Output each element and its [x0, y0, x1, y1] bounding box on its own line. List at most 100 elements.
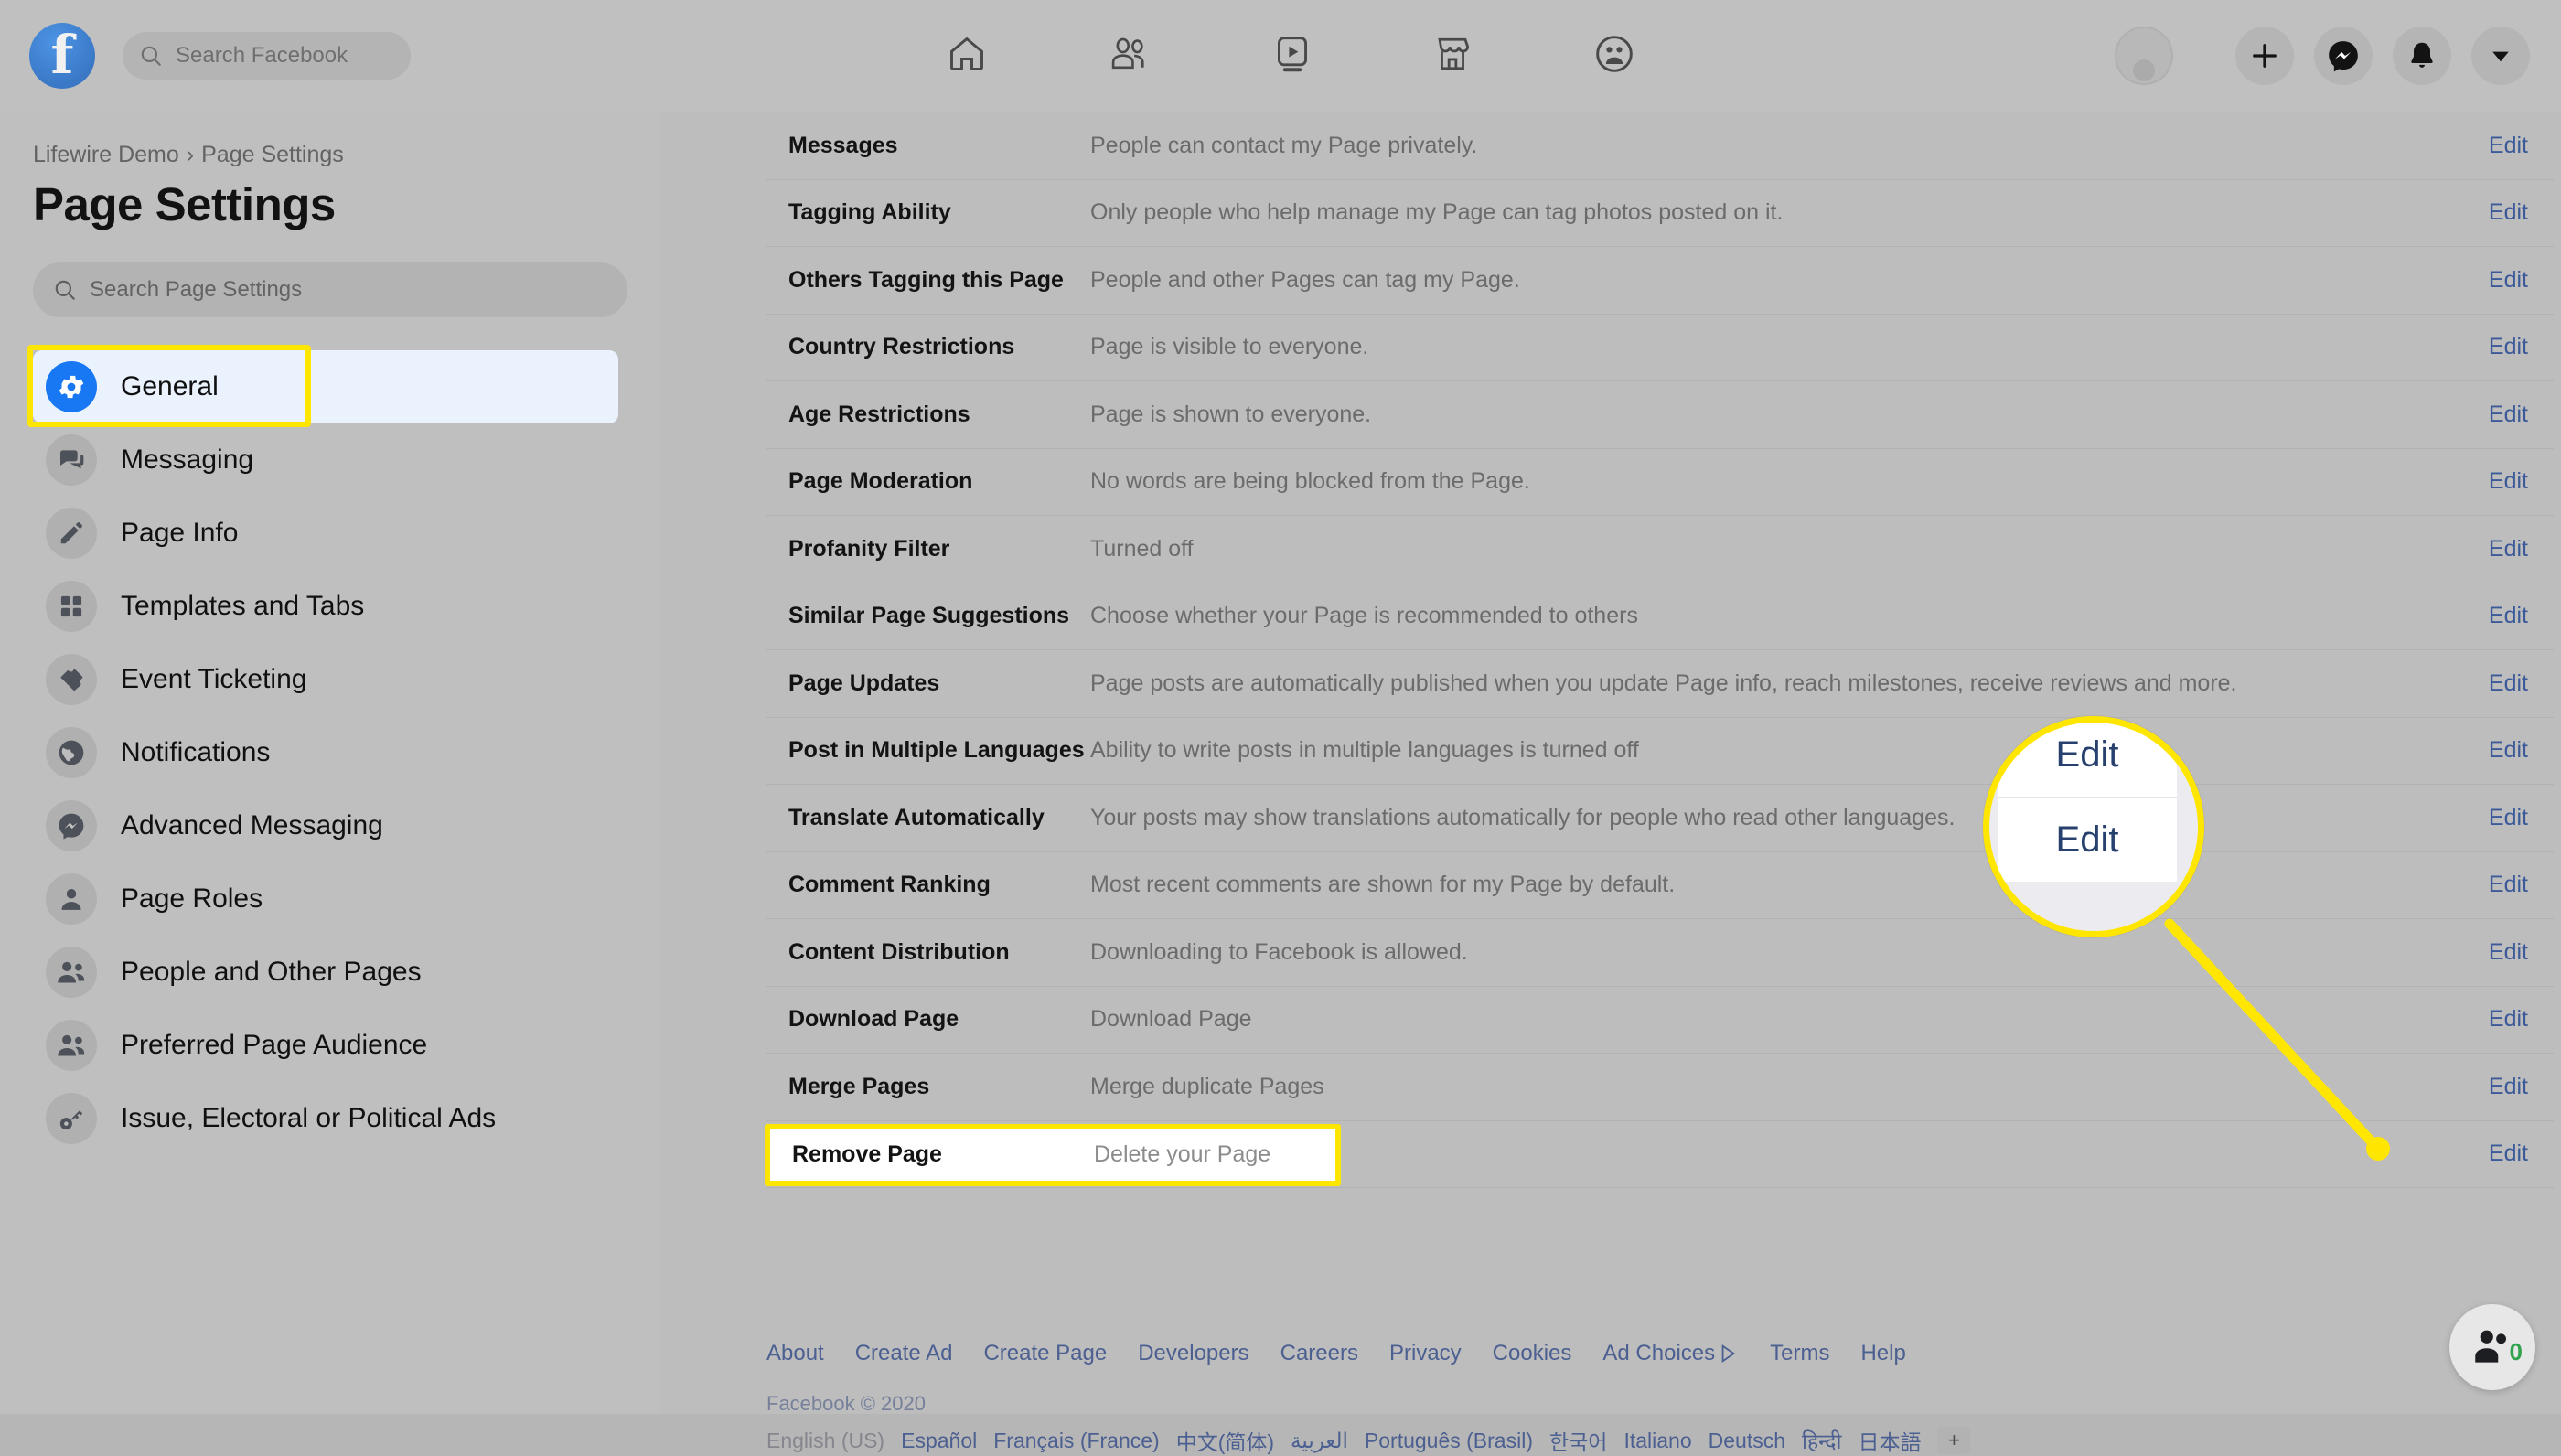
- footer-link-ad-choices[interactable]: Ad Choices: [1602, 1341, 1739, 1366]
- language-more-button[interactable]: +: [1937, 1427, 1970, 1454]
- language-francais[interactable]: Français (France): [993, 1429, 1159, 1453]
- language-hindi[interactable]: हिन्दी: [1802, 1426, 1841, 1455]
- table-row[interactable]: Others Tagging this Page People and othe…: [766, 247, 2554, 315]
- grid-squares-icon: [46, 581, 97, 632]
- settings-main-content: Messages People can contact my Page priv…: [660, 112, 2561, 1414]
- sidebar-item-templates-and-tabs[interactable]: Templates and Tabs: [33, 570, 627, 643]
- footer-link-privacy[interactable]: Privacy: [1389, 1341, 1462, 1366]
- sidebar-item-issue-electoral-or-political-ads[interactable]: Issue, Electoral or Political Ads: [33, 1082, 627, 1155]
- edit-link[interactable]: Edit: [2489, 737, 2528, 764]
- language-italiano[interactable]: Italiano: [1623, 1429, 1691, 1453]
- setting-name: Post in Multiple Languages: [788, 737, 1090, 764]
- sidebar-item-label: Messaging: [121, 444, 253, 476]
- sidebar-item-label: Issue, Electoral or Political Ads: [121, 1103, 496, 1134]
- magnified-edit-link-bottom[interactable]: Edit: [1998, 798, 2177, 882]
- sidebar-item-notifications[interactable]: Notifications: [33, 716, 627, 789]
- table-row[interactable]: Page Moderation No words are being block…: [766, 449, 2554, 517]
- watch-icon[interactable]: [1274, 34, 1311, 79]
- sidebar-item-messaging[interactable]: Messaging: [33, 423, 627, 497]
- facebook-logo[interactable]: [29, 23, 95, 89]
- key-icon: [46, 1093, 97, 1144]
- table-row[interactable]: Translate Automatically Your posts may s…: [766, 785, 2554, 852]
- sidebar-item-advanced-messaging[interactable]: Advanced Messaging: [33, 789, 627, 862]
- table-row-remove-page[interactable]: Remove Page Delete your Page: [765, 1124, 1341, 1186]
- footer-link-careers[interactable]: Careers: [1280, 1341, 1358, 1366]
- breadcrumb-page-link[interactable]: Lifewire Demo: [33, 142, 179, 167]
- setting-description: Your posts may show translations automat…: [1090, 805, 2470, 831]
- language-arabic[interactable]: العربية: [1291, 1429, 1348, 1453]
- bell-icon[interactable]: [2393, 27, 2451, 85]
- profile-avatar[interactable]: [2115, 27, 2173, 85]
- edit-link[interactable]: Edit: [2489, 133, 2528, 159]
- edit-link[interactable]: Edit: [2489, 536, 2528, 562]
- edit-link[interactable]: Edit: [2489, 805, 2528, 831]
- table-row[interactable]: Tagging Ability Only people who help man…: [766, 180, 2554, 248]
- chevron-down-icon[interactable]: [2471, 27, 2530, 85]
- sidebar-search-input[interactable]: Search Page Settings: [33, 262, 627, 317]
- sidebar-item-page-roles[interactable]: Page Roles: [33, 862, 627, 936]
- marketplace-icon[interactable]: [1433, 34, 1472, 79]
- footer-link-help[interactable]: Help: [1860, 1341, 1905, 1366]
- home-icon[interactable]: [947, 34, 987, 79]
- edit-link[interactable]: Edit: [2489, 401, 2528, 428]
- edit-link[interactable]: Edit: [2489, 670, 2528, 697]
- table-row[interactable]: Post in Multiple Languages Ability to wr…: [766, 718, 2554, 786]
- edit-link[interactable]: Edit: [2489, 334, 2528, 360]
- table-row[interactable]: Country Restrictions Page is visible to …: [766, 315, 2554, 382]
- table-row[interactable]: Similar Page Suggestions Choose whether …: [766, 583, 2554, 651]
- table-row[interactable]: Age Restrictions Page is shown to everyo…: [766, 381, 2554, 449]
- footer-link-create-ad[interactable]: Create Ad: [855, 1341, 953, 1366]
- sidebar-item-preferred-page-audience[interactable]: Preferred Page Audience: [33, 1009, 627, 1082]
- table-row[interactable]: Content Distribution Downloading to Face…: [766, 919, 2554, 987]
- friends-icon[interactable]: [1109, 34, 1152, 79]
- search-input[interactable]: Search Facebook: [123, 32, 411, 80]
- table-row[interactable]: Comment Ranking Most recent comments are…: [766, 852, 2554, 920]
- people-icon: [46, 1020, 97, 1071]
- language-portugues[interactable]: Português (Brasil): [1365, 1429, 1533, 1453]
- footer-link-developers[interactable]: Developers: [1138, 1341, 1248, 1366]
- table-row[interactable]: Page Updates Page posts are automaticall…: [766, 650, 2554, 718]
- language-chinese[interactable]: 中文(简体): [1176, 1425, 1274, 1456]
- setting-description: People and other Pages can tag my Page.: [1090, 267, 2470, 294]
- sidebar-item-label: People and Other Pages: [121, 957, 422, 988]
- language-korean[interactable]: 한국어: [1549, 1425, 1607, 1456]
- edit-link[interactable]: Edit: [2489, 1074, 2528, 1100]
- sidebar-item-page-info[interactable]: Page Info: [33, 497, 627, 570]
- table-row[interactable]: Download Page Download Page Edit: [766, 987, 2554, 1055]
- footer-link-about[interactable]: About: [766, 1341, 824, 1366]
- sidebar-item-general[interactable]: General: [33, 350, 618, 423]
- setting-name: Page Updates: [788, 670, 1090, 697]
- setting-description: Downloading to Facebook is allowed.: [1090, 939, 2470, 966]
- contacts-icon: [2470, 1324, 2515, 1370]
- contacts-button[interactable]: 0: [2449, 1304, 2535, 1390]
- setting-name: Content Distribution: [788, 939, 1090, 966]
- language-espanol[interactable]: Español: [901, 1429, 977, 1453]
- language-deutsch[interactable]: Deutsch: [1709, 1429, 1785, 1453]
- footer-link-terms[interactable]: Terms: [1770, 1341, 1829, 1366]
- setting-name: Comment Ranking: [788, 872, 1090, 898]
- edit-link[interactable]: Edit: [2489, 267, 2528, 294]
- sidebar-item-event-ticketing[interactable]: Event Ticketing: [33, 643, 627, 716]
- edit-link[interactable]: Edit: [2489, 468, 2528, 495]
- footer-link-cookies[interactable]: Cookies: [1493, 1341, 1572, 1366]
- table-row[interactable]: Profanity Filter Turned off Edit: [766, 516, 2554, 583]
- setting-name: Messages: [788, 133, 1090, 159]
- edit-link[interactable]: Edit: [2489, 603, 2528, 629]
- footer-link-create-page[interactable]: Create Page: [983, 1341, 1107, 1366]
- sidebar-item-label: Preferred Page Audience: [121, 1030, 427, 1061]
- setting-description: Merge duplicate Pages: [1090, 1074, 2470, 1100]
- settings-card: Messages People can contact my Page priv…: [766, 112, 2554, 1188]
- sidebar-item-people-and-other-pages[interactable]: People and Other Pages: [33, 936, 627, 1009]
- table-row[interactable]: Messages People can contact my Page priv…: [766, 112, 2554, 180]
- groups-icon[interactable]: [1594, 34, 1634, 79]
- edit-link[interactable]: Edit: [2489, 1006, 2528, 1033]
- table-row[interactable]: Merge Pages Merge duplicate Pages Edit: [766, 1054, 2554, 1121]
- language-japanese[interactable]: 日本語: [1858, 1425, 1921, 1456]
- edit-link[interactable]: Edit: [2489, 872, 2528, 898]
- plus-icon[interactable]: [2235, 27, 2294, 85]
- edit-link[interactable]: Edit: [2489, 939, 2528, 966]
- edit-link[interactable]: Edit: [2489, 199, 2528, 226]
- edit-link[interactable]: Edit: [2489, 1140, 2528, 1167]
- magnified-edit-link-top[interactable]: Edit: [1998, 716, 2177, 798]
- messenger-icon[interactable]: [2314, 27, 2373, 85]
